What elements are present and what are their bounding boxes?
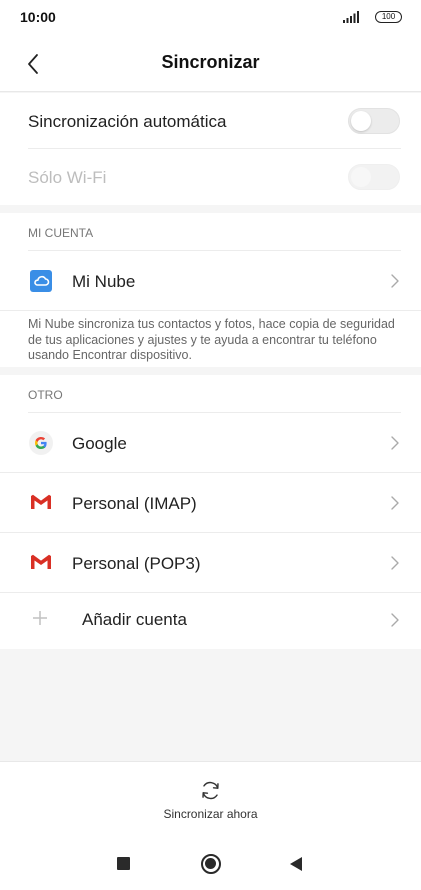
- wifi-only-toggle: [348, 164, 400, 190]
- status-time: 10:00: [20, 9, 56, 25]
- chevron-right-icon: [391, 613, 399, 627]
- chevron-right-icon: [391, 556, 399, 570]
- page-title: Sincronizar: [161, 52, 260, 72]
- chevron-right-icon: [391, 496, 399, 510]
- sync-now-label: Sincronizar ahora: [163, 807, 258, 821]
- wifi-only-label: Sólo Wi-Fi: [28, 168, 107, 187]
- signal-icon: [343, 11, 359, 23]
- add-account-label: Añadir cuenta: [82, 610, 187, 629]
- toggle-knob: [351, 167, 371, 187]
- divider: [0, 310, 421, 311]
- google-icon: [29, 431, 53, 455]
- account-item-google[interactable]: Google: [0, 413, 421, 473]
- section-header-other: OTRO: [28, 388, 63, 402]
- sync-now-button[interactable]: Sincronizar ahora: [150, 770, 271, 834]
- chevron-right-icon: [391, 274, 399, 288]
- plus-icon: [33, 611, 47, 625]
- auto-sync-toggle[interactable]: [348, 108, 400, 134]
- back-icon[interactable]: [289, 856, 303, 872]
- status-bar: 10:00 100: [0, 0, 421, 36]
- wifi-only-row: Sólo Wi-Fi: [0, 149, 421, 205]
- gmail-icon: [31, 554, 51, 569]
- add-account-item[interactable]: Añadir cuenta: [0, 593, 421, 649]
- recent-apps-icon[interactable]: [117, 857, 130, 870]
- sync-icon: [202, 781, 219, 800]
- app-header: Sincronizar: [0, 36, 421, 92]
- other-section: OTRO Google Personal (IMAP) Personal (PO…: [0, 375, 421, 649]
- account-label: Personal (POP3): [72, 554, 201, 573]
- auto-sync-row[interactable]: Sincronización automática: [0, 93, 421, 149]
- chevron-right-icon: [391, 436, 399, 450]
- account-item-personal-pop3[interactable]: Personal (POP3): [0, 533, 421, 593]
- battery-icon: 100: [375, 11, 402, 23]
- my-account-section: MI CUENTA Mi Nube Mi Nube sincroniza tus…: [0, 213, 421, 367]
- account-label: Personal (IMAP): [72, 494, 197, 513]
- account-item-personal-imap[interactable]: Personal (IMAP): [0, 473, 421, 533]
- home-icon-inner: [205, 858, 216, 869]
- account-label: Google: [72, 434, 127, 453]
- account-item-mi-nube[interactable]: Mi Nube: [0, 251, 421, 311]
- gmail-icon: [31, 494, 51, 509]
- mi-nube-description: Mi Nube sincroniza tus contactos y fotos…: [28, 317, 395, 362]
- section-header-my-account: MI CUENTA: [28, 226, 94, 240]
- cloud-icon: [30, 270, 52, 292]
- auto-sync-label: Sincronización automática: [28, 112, 227, 131]
- toggle-knob: [351, 111, 371, 131]
- home-icon[interactable]: [201, 854, 221, 874]
- battery-level: 100: [381, 12, 396, 21]
- sync-now-bar: Sincronizar ahora: [0, 761, 421, 839]
- system-nav-bar: [0, 839, 421, 890]
- account-label: Mi Nube: [72, 272, 136, 291]
